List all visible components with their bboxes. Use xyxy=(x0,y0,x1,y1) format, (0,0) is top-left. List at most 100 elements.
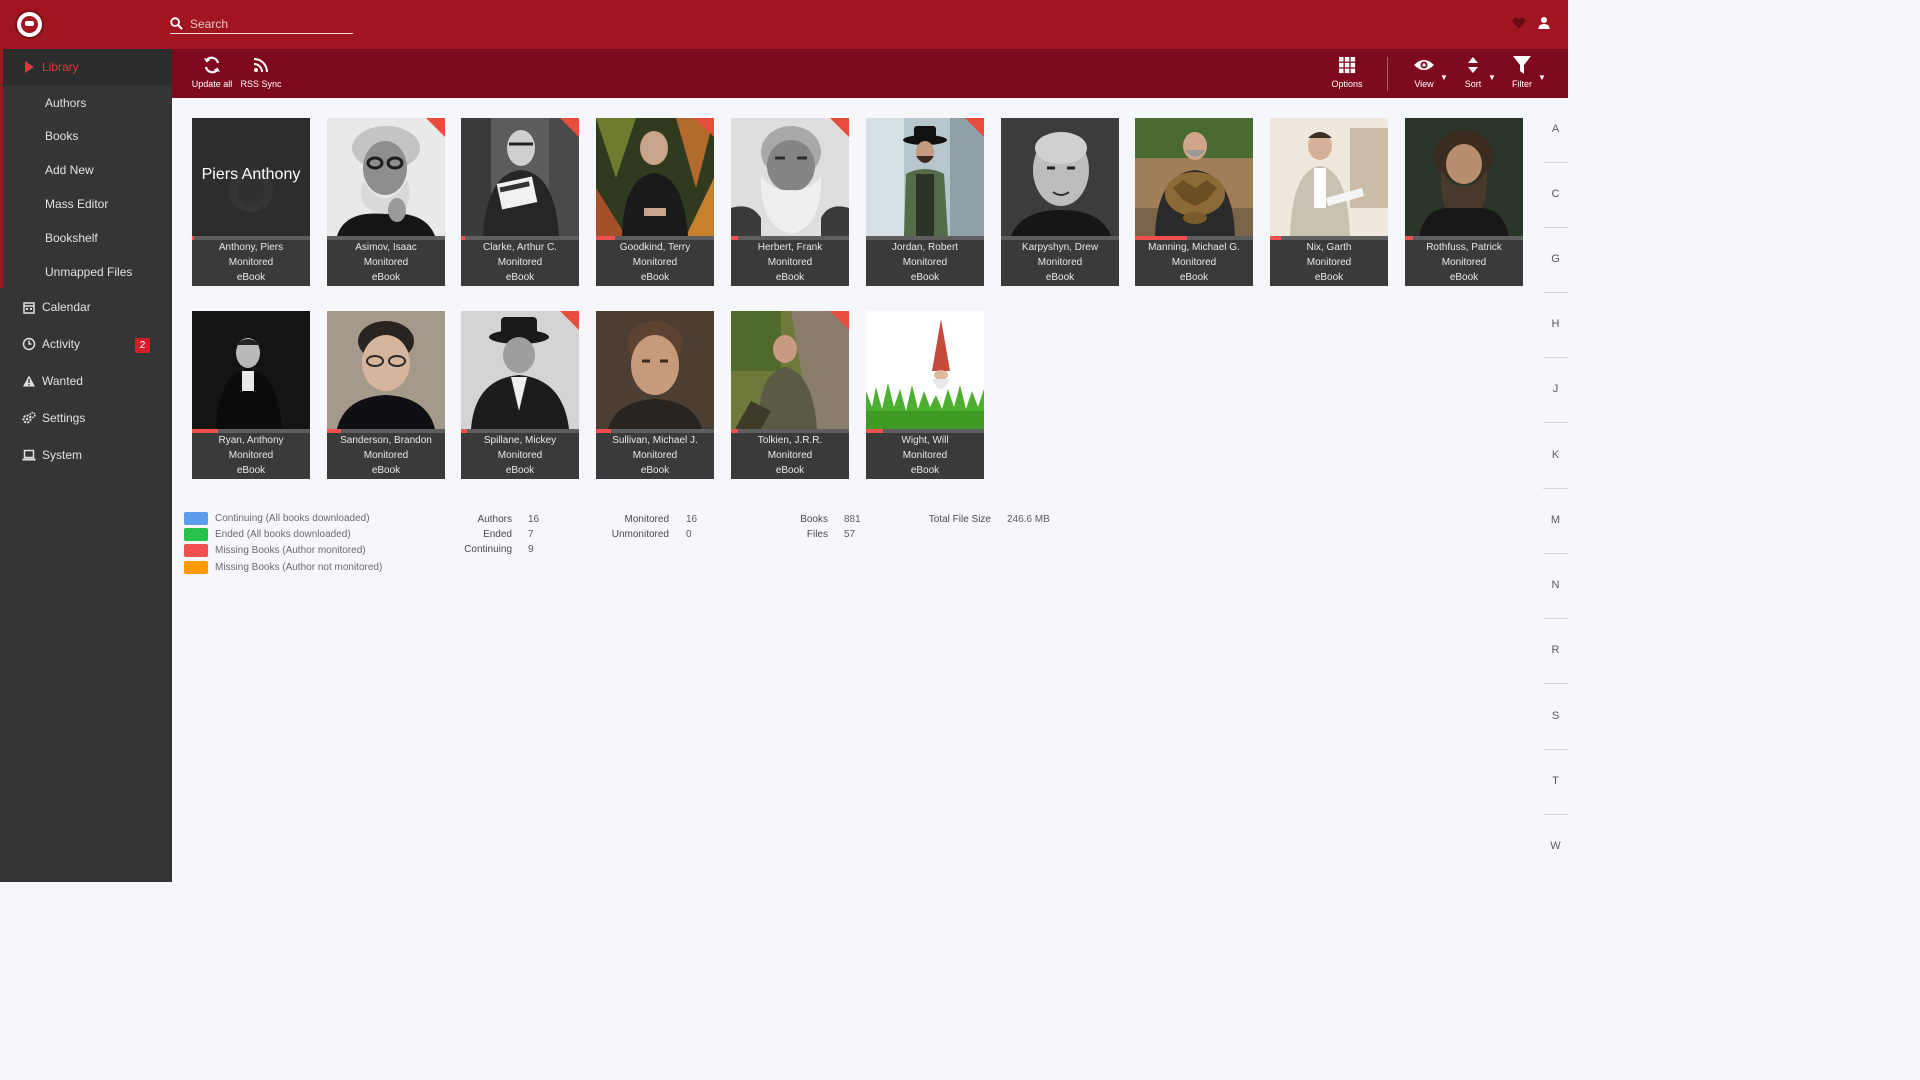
filter-button[interactable]: Filter xyxy=(1508,55,1536,95)
sidebar-item-mass-editor[interactable]: Mass Editor xyxy=(3,187,172,221)
sidebar-item-label: Activity xyxy=(42,337,81,351)
sidebar-item-add-new[interactable]: Add New xyxy=(3,153,172,187)
author-card[interactable]: Sanderson, Brandon Monitored eBook xyxy=(327,311,445,479)
jump-letter[interactable]: J xyxy=(1543,358,1568,423)
author-card[interactable]: Asimov, Isaac Monitored eBook xyxy=(327,118,445,286)
jump-letter[interactable]: R xyxy=(1543,619,1568,684)
search-input[interactable] xyxy=(190,15,350,32)
jump-letter[interactable]: K xyxy=(1543,424,1568,489)
top-header xyxy=(0,0,1568,49)
sidebar-item-unmapped-files[interactable]: Unmapped Files xyxy=(3,255,172,289)
author-poster[interactable] xyxy=(596,311,714,429)
calendar-icon xyxy=(23,302,35,314)
author-name[interactable]: Asimov, Isaac xyxy=(327,240,445,255)
filter-dropdown-icon[interactable]: ▼ xyxy=(1538,73,1546,82)
author-poster[interactable] xyxy=(192,311,310,429)
author-name[interactable]: Anthony, Piers xyxy=(192,240,310,255)
author-card[interactable]: Tolkien, J.R.R. Monitored eBook xyxy=(731,311,849,479)
author-card[interactable]: Goodkind, Terry Monitored eBook xyxy=(596,118,714,286)
laptop-icon xyxy=(22,449,36,461)
sidebar-item-library[interactable]: Library xyxy=(0,49,172,85)
author-poster[interactable] xyxy=(1270,118,1388,236)
options-button[interactable]: Options xyxy=(1328,55,1366,95)
jump-letter[interactable]: W xyxy=(1543,815,1568,880)
author-name[interactable]: Herbert, Frank xyxy=(731,240,849,255)
sort-icon xyxy=(1468,57,1478,73)
author-name[interactable]: Spillane, Mickey xyxy=(461,433,579,448)
jump-letter[interactable]: T xyxy=(1543,750,1568,815)
author-poster[interactable] xyxy=(1135,118,1253,236)
author-card[interactable]: Piers Anthony Anthony, Piers Monitored e… xyxy=(192,118,310,286)
author-format: eBook xyxy=(1179,272,1209,283)
jump-letter-label: R xyxy=(1551,644,1560,656)
author-name[interactable]: Sullivan, Michael J. xyxy=(596,433,714,448)
sidebar-item-calendar[interactable]: Calendar xyxy=(0,289,172,325)
sort-dropdown-icon[interactable]: ▼ xyxy=(1488,73,1496,82)
stat-value-authors: 16 xyxy=(528,514,540,525)
jump-letter[interactable]: H xyxy=(1543,293,1568,358)
author-poster[interactable] xyxy=(327,311,445,429)
author-card[interactable]: Manning, Michael G. Monitored eBook xyxy=(1135,118,1253,286)
author-name[interactable]: Karpyshyn, Drew xyxy=(1001,240,1119,255)
toolbar-separator xyxy=(1387,57,1388,91)
jump-letter[interactable]: M xyxy=(1543,489,1568,554)
author-card[interactable]: Clarke, Arthur C. Monitored eBook xyxy=(461,118,579,286)
sidebar-item-wanted[interactable]: Wanted xyxy=(0,363,172,399)
author-name[interactable]: Nix, Garth xyxy=(1270,240,1388,255)
author-format: eBook xyxy=(910,465,940,476)
author-card[interactable]: Herbert, Frank Monitored eBook xyxy=(731,118,849,286)
author-poster[interactable] xyxy=(1001,118,1119,236)
author-name[interactable]: Ryan, Anthony xyxy=(192,433,310,448)
heart-icon[interactable] xyxy=(1512,16,1526,30)
sidebar-item-books[interactable]: Books xyxy=(3,119,172,153)
jump-letter[interactable]: N xyxy=(1543,554,1568,619)
jump-letter[interactable]: S xyxy=(1543,685,1568,750)
author-card[interactable]: Sullivan, Michael J. Monitored eBook xyxy=(596,311,714,479)
sidebar-item-bookshelf[interactable]: Bookshelf xyxy=(3,221,172,255)
sidebar-item-settings[interactable]: Settings xyxy=(0,400,172,436)
view-button[interactable]: View xyxy=(1410,55,1438,95)
author-card[interactable]: Nix, Garth Monitored eBook xyxy=(1270,118,1388,286)
author-name[interactable]: Goodkind, Terry xyxy=(596,240,714,255)
rss-sync-button[interactable]: RSS Sync xyxy=(240,55,282,95)
author-poster-placeholder[interactable]: Piers Anthony xyxy=(192,118,310,236)
stat-value-unmonitored: 0 xyxy=(686,529,692,540)
author-status: Monitored xyxy=(497,450,543,461)
author-card[interactable]: Ryan, Anthony Monitored eBook xyxy=(192,311,310,479)
author-info: Spillane, Mickey Monitored eBook xyxy=(461,433,579,479)
author-info: Tolkien, J.R.R. Monitored eBook xyxy=(731,433,849,479)
author-card[interactable]: Wight, Will Monitored eBook xyxy=(866,311,984,479)
jump-letter[interactable]: A xyxy=(1543,98,1568,163)
author-card[interactable]: Rothfuss, Patrick Monitored eBook xyxy=(1405,118,1523,286)
author-name[interactable]: Sanderson, Brandon xyxy=(327,433,445,448)
author-format: eBook xyxy=(775,465,805,476)
app-logo[interactable] xyxy=(15,10,44,39)
jump-letter[interactable]: G xyxy=(1543,228,1568,293)
author-card[interactable]: Jordan, Robert Monitored eBook xyxy=(866,118,984,286)
jump-letter[interactable]: C xyxy=(1543,163,1568,228)
sidebar-item-activity[interactable]: Activity 2 xyxy=(0,326,172,362)
sidebar-item-authors[interactable]: Authors xyxy=(3,86,172,120)
jump-letter-label: J xyxy=(1552,383,1559,395)
author-card[interactable]: Karpyshyn, Drew Monitored eBook xyxy=(1001,118,1119,286)
sidebar-item-label: Mass Editor xyxy=(45,197,109,211)
sidebar-item-system[interactable]: System xyxy=(0,437,172,473)
author-name[interactable]: Clarke, Arthur C. xyxy=(461,240,579,255)
author-name[interactable]: Jordan, Robert xyxy=(866,240,984,255)
user-icon[interactable] xyxy=(1537,16,1551,30)
stat-value-continuing: 9 xyxy=(528,544,534,555)
author-poster[interactable] xyxy=(866,311,984,429)
missing-books-indicator xyxy=(830,118,849,137)
author-status: Monitored xyxy=(497,257,543,268)
update-all-button[interactable]: Update all xyxy=(190,55,234,95)
sidebar-item-label: Wanted xyxy=(42,374,83,388)
filter-label: Filter xyxy=(1512,79,1532,89)
author-name[interactable]: Manning, Michael G. xyxy=(1135,240,1253,255)
author-poster[interactable] xyxy=(1405,118,1523,236)
author-card[interactable]: Spillane, Mickey Monitored eBook xyxy=(461,311,579,479)
view-dropdown-icon[interactable]: ▼ xyxy=(1440,73,1448,82)
author-name[interactable]: Rothfuss, Patrick xyxy=(1405,240,1523,255)
author-name[interactable]: Wight, Will xyxy=(866,433,984,448)
author-name[interactable]: Tolkien, J.R.R. xyxy=(731,433,849,448)
sort-button[interactable]: Sort xyxy=(1460,55,1486,95)
